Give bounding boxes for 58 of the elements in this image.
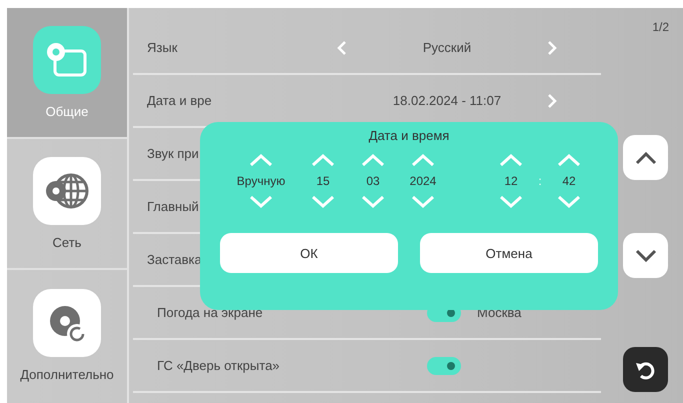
chevron-up-icon xyxy=(557,153,581,167)
setting-label: ГС «Дверь открыта» xyxy=(157,358,280,373)
chevron-up-icon xyxy=(634,150,656,164)
chevron-up-icon xyxy=(249,153,273,167)
increase-button[interactable] xyxy=(555,151,583,169)
increase-button[interactable] xyxy=(359,151,387,169)
setting-value: 18.02.2024 - 11:07 xyxy=(392,93,502,108)
spinner-value: 03 xyxy=(366,174,380,188)
setting-value: Русский xyxy=(422,40,472,55)
setting-label: Язык xyxy=(147,40,178,55)
setting-label: Звук при xyxy=(147,146,199,161)
chevron-up-icon xyxy=(361,153,385,167)
chevron-down-icon xyxy=(311,195,335,209)
decrease-button[interactable] xyxy=(359,193,387,211)
setting-label: Погода на экране xyxy=(157,305,263,320)
sidebar-item[interactable]: Дополнительно xyxy=(7,270,127,401)
chevron-down-icon xyxy=(249,195,273,209)
chevron-right-icon xyxy=(547,92,557,108)
back-button[interactable] xyxy=(623,347,668,392)
chevron-left-icon xyxy=(337,40,347,56)
sidebar-item[interactable]: Сеть xyxy=(7,139,127,270)
dialog-title: Дата и время xyxy=(368,128,450,143)
sidebar-label: Сеть xyxy=(52,235,82,250)
spinner-value: 42 xyxy=(562,174,576,188)
scroll-down-button[interactable] xyxy=(623,233,668,278)
increase-button[interactable] xyxy=(247,151,275,169)
setting-label: Главный xyxy=(147,199,199,214)
time-separator: : xyxy=(537,174,543,188)
dialog-button[interactable]: ОК xyxy=(220,233,398,273)
spinner-value: 2024 xyxy=(410,174,436,188)
sidebar-label: Дополнительно xyxy=(20,367,114,382)
chevron-up-icon xyxy=(411,153,435,167)
chevron-down-icon xyxy=(411,195,435,209)
decrease-button[interactable] xyxy=(309,193,337,211)
toggle-switch[interactable] xyxy=(427,356,461,374)
setting-label: Дата и вре xyxy=(147,93,212,108)
decrease-button[interactable] xyxy=(555,193,583,211)
page-indicator: 1/2 xyxy=(652,20,669,34)
chevron-down-icon xyxy=(634,248,656,262)
sidebar-label: Общие xyxy=(46,104,88,119)
spinner-value: 15 xyxy=(316,174,330,188)
increase-button[interactable] xyxy=(309,151,337,169)
chevron-down-icon xyxy=(499,195,523,209)
chevron-down-icon xyxy=(361,195,385,209)
spinner-value: 12 xyxy=(504,174,518,188)
decrease-button[interactable] xyxy=(409,193,437,211)
decrease-button[interactable] xyxy=(497,193,525,211)
scroll-up-button[interactable] xyxy=(623,135,668,180)
increase-button[interactable] xyxy=(497,151,525,169)
increase-button[interactable] xyxy=(409,151,437,169)
chevron-up-icon xyxy=(499,153,523,167)
chevron-right-icon xyxy=(547,40,557,56)
setting-label: Заставка xyxy=(147,252,202,267)
chevron-up-icon xyxy=(311,153,335,167)
dialog-button[interactable]: Отмена xyxy=(420,233,598,273)
decrease-button[interactable] xyxy=(247,193,275,211)
chevron-down-icon xyxy=(557,195,581,209)
spinner-value: Вручную xyxy=(236,174,286,188)
